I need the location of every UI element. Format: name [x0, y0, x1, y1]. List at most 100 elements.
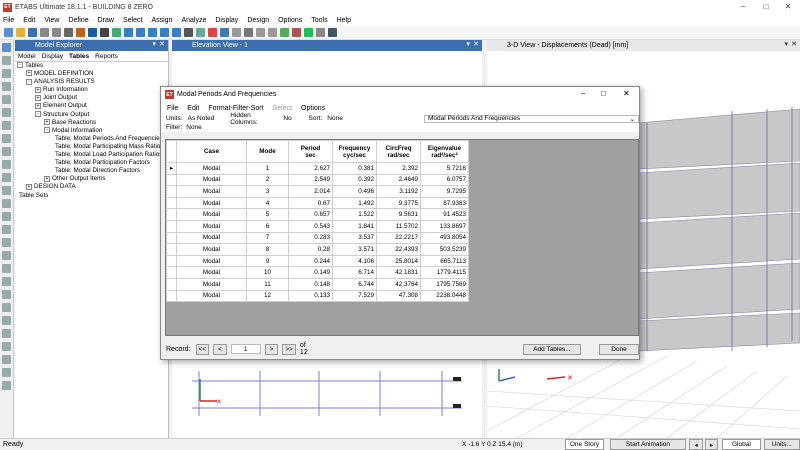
row-selector[interactable]: [166, 173, 177, 187]
pan-icon[interactable]: [112, 28, 121, 37]
lock-icon[interactable]: [76, 28, 85, 37]
row-selector[interactable]: [166, 219, 177, 233]
undo-icon[interactable]: [40, 28, 49, 37]
table-row[interactable]: Modal 3 2.014 0.496 3.1192 9.7295: [166, 185, 469, 198]
cell-circfreq[interactable]: 9.3775: [376, 196, 421, 210]
cell-mode[interactable]: 12: [246, 289, 289, 303]
cell-circfreq[interactable]: 2.4649: [376, 173, 421, 187]
tree-item[interactable]: - Tables: [17, 62, 168, 70]
expand-icon[interactable]: +: [44, 118, 50, 125]
table-row[interactable]: Modal 6 0.543 1.841 11.5702 133.8697: [166, 219, 469, 233]
table-select-dropdown[interactable]: Modal Periods And Frequencies ⌄: [424, 114, 639, 123]
object-shrink-icon[interactable]: [280, 28, 289, 37]
zoom-in-icon[interactable]: [136, 28, 145, 37]
cell-eigenvalue[interactable]: 87.9383: [420, 196, 469, 210]
last-record-button[interactable]: >>: [282, 343, 296, 355]
col-circfreq[interactable]: CircFreq rad/sec: [376, 140, 421, 163]
tree-item[interactable]: Table: Modal Participating Mass Ratios: [17, 143, 168, 151]
cell-case[interactable]: Modal: [176, 243, 247, 256]
row-selector[interactable]: [166, 231, 177, 245]
dialog-menu-file[interactable]: File: [167, 105, 178, 112]
snap-extension-icon[interactable]: [2, 355, 11, 364]
cell-frequency[interactable]: 1.492: [332, 196, 377, 210]
table-row[interactable]: Modal 9 0.244 4.106 25.8014 665.7113: [166, 254, 469, 268]
cell-case[interactable]: Modal: [176, 219, 247, 233]
perspective-icon[interactable]: [244, 28, 253, 37]
menu-select[interactable]: Select: [123, 17, 142, 24]
collapse-icon[interactable]: -: [44, 127, 50, 134]
cell-eigenvalue[interactable]: 2238.0448: [420, 289, 469, 303]
snap-fine-grid-icon[interactable]: [2, 329, 11, 338]
col-mode[interactable]: Mode: [246, 140, 289, 163]
cell-eigenvalue[interactable]: 6.0757: [420, 173, 469, 187]
cell-mode[interactable]: 5: [246, 208, 289, 221]
cell-frequency[interactable]: 3.537: [332, 231, 377, 245]
cell-frequency[interactable]: 6.744: [332, 277, 377, 291]
cell-frequency[interactable]: 0.392: [332, 173, 377, 187]
3d-view-icon[interactable]: [196, 28, 205, 37]
draw-section-cut-icon[interactable]: [2, 199, 11, 208]
run-analysis-icon[interactable]: [88, 28, 97, 37]
up-arrow-icon[interactable]: [256, 28, 265, 37]
cell-circfreq[interactable]: 42.1831: [376, 266, 421, 279]
table-row[interactable]: Modal 8 0.28 3.571 22.4393 503.5239: [166, 243, 469, 256]
cell-period[interactable]: 2.014: [288, 185, 333, 198]
cell-period[interactable]: 0.67: [288, 196, 333, 210]
cell-case[interactable]: Modal: [176, 277, 247, 291]
cell-eigenvalue[interactable]: 133.8697: [420, 219, 469, 233]
cell-frequency[interactable]: 0.496: [332, 185, 377, 198]
menu-draw[interactable]: Draw: [98, 17, 114, 24]
cell-mode[interactable]: 10: [246, 266, 289, 279]
draw-tendon-icon[interactable]: [2, 160, 11, 169]
plan-view-icon[interactable]: [208, 28, 217, 37]
menu-analyze[interactable]: Analyze: [181, 17, 206, 24]
cell-case[interactable]: Modal: [176, 185, 247, 198]
cell-period[interactable]: 0.133: [288, 289, 333, 303]
pointer-icon[interactable]: [100, 28, 109, 37]
tree-item[interactable]: - Modal Information: [17, 127, 168, 135]
cell-frequency[interactable]: 3.571: [332, 243, 377, 256]
snap-intersection2-icon[interactable]: [2, 342, 11, 351]
draw-reference-icon[interactable]: [2, 186, 11, 195]
tab-reports[interactable]: Reports: [95, 53, 118, 60]
maximize-icon[interactable]: □: [756, 0, 776, 14]
draw-column-icon[interactable]: [2, 82, 11, 91]
story-dropdown[interactable]: One Story: [565, 439, 604, 450]
cell-frequency[interactable]: 1.841: [332, 219, 377, 233]
tab-tables[interactable]: Tables: [69, 53, 89, 60]
draw-joint-icon[interactable]: [2, 56, 11, 65]
table-row[interactable]: Modal 12 0.133 7.529 47.308 2238.0448: [166, 289, 469, 303]
menu-options[interactable]: Options: [278, 17, 302, 24]
table-row[interactable]: Modal 7 0.283 3.537 22.2217 493.8054: [166, 231, 469, 245]
row-selector[interactable]: [166, 277, 177, 291]
close-icon[interactable]: ✕: [778, 0, 798, 14]
panel-close-icon[interactable]: ✕: [159, 40, 165, 48]
cell-mode[interactable]: 1: [246, 162, 289, 175]
dialog-menu-format[interactable]: Format-Filter-Sort: [208, 105, 263, 112]
draw-beam-icon[interactable]: [2, 69, 11, 78]
cell-circfreq[interactable]: 11.5702: [376, 219, 421, 233]
add-tables-button[interactable]: Add Tables...: [522, 343, 581, 355]
table-row[interactable]: ▸ Modal 1 2.627 0.381 2.392 5.7216: [166, 162, 469, 175]
start-animation-button[interactable]: Start Animation: [609, 439, 687, 450]
cell-eigenvalue[interactable]: 1779.4115: [420, 266, 469, 279]
collapse-icon[interactable]: -: [26, 78, 32, 85]
menu-design[interactable]: Design: [247, 17, 269, 24]
grid-icon[interactable]: [316, 28, 325, 37]
rotate-icon[interactable]: [232, 28, 241, 37]
tree-item[interactable]: + Joint Output: [17, 94, 168, 102]
snap-perpendicular-icon[interactable]: [2, 303, 11, 312]
cell-case[interactable]: Modal: [176, 162, 247, 175]
next-record-button[interactable]: >: [264, 343, 279, 355]
snap-options-icon[interactable]: [2, 381, 11, 390]
cell-circfreq[interactable]: 9.5631: [376, 208, 421, 221]
cell-frequency[interactable]: 7.529: [332, 289, 377, 303]
zoom-out-icon[interactable]: [148, 28, 157, 37]
tree-item[interactable]: Table: Modal Load Participation Ratios: [17, 151, 168, 159]
redo-icon[interactable]: [52, 28, 61, 37]
dialog-menu-options[interactable]: Options: [301, 105, 325, 112]
pin-icon[interactable]: ▾: [784, 40, 788, 48]
tree-item[interactable]: Table: Modal Periods And Frequencies: [17, 135, 168, 143]
row-selector[interactable]: [166, 208, 177, 221]
elevation-view-icon[interactable]: [220, 28, 229, 37]
